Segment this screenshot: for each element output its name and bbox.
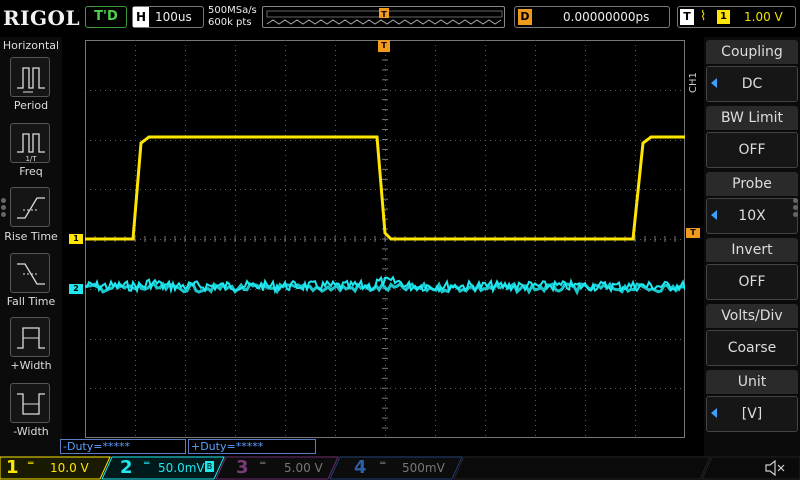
unit-softkey[interactable]: Unit [V] xyxy=(706,370,798,434)
waveform-display[interactable] xyxy=(85,40,685,438)
channel-menu: Coupling DC BW Limit OFF Probe 10X Inver… xyxy=(704,37,800,457)
ch1-status[interactable]: 1 ═ 10.0 V xyxy=(0,456,110,480)
negative-width-icon xyxy=(17,393,45,415)
ch1-scale: 10.0 V xyxy=(50,461,89,475)
freq-button[interactable]: 1/T xyxy=(10,123,50,163)
ch3-number: 3 xyxy=(236,457,249,478)
rise-time-button[interactable] xyxy=(10,187,50,227)
positive-width-label: +Width xyxy=(10,359,52,372)
ch4-coupling-dc-icon: ═ xyxy=(380,459,386,469)
probe-label: Probe xyxy=(706,172,798,196)
coupling-softkey[interactable]: Coupling DC xyxy=(706,40,798,104)
volts-div-value: Coarse xyxy=(706,330,798,366)
bw-limit-label: BW Limit xyxy=(706,106,798,130)
waveform-navigator[interactable]: T xyxy=(262,6,505,28)
invert-softkey[interactable]: Invert OFF xyxy=(706,238,798,302)
ch4-number: 4 xyxy=(354,457,367,478)
pos-duty-measurement[interactable]: +Duty=***** xyxy=(188,439,316,454)
horizontal-key: H xyxy=(133,7,149,27)
channel-menu-tag: CH1 xyxy=(688,72,699,94)
right-scroll-indicator xyxy=(793,196,799,219)
channel-status-bar: 1 ═ 10.0 V 2 ═ 50.0mV B 3 ═ 5.00 V 4 ═ 5… xyxy=(0,456,800,480)
navigator-overview-icon: T xyxy=(266,8,503,25)
probe-value: 10X xyxy=(706,198,798,234)
ch3-status[interactable]: 3 ═ 5.00 V xyxy=(226,456,338,480)
unit-value: [V] xyxy=(706,396,798,432)
rise-time-icon xyxy=(17,197,45,219)
freq-label: Freq xyxy=(19,165,43,178)
ch2-coupling-dc-icon: ═ xyxy=(144,459,150,469)
delay-box[interactable]: D 0.00000000ps xyxy=(514,6,670,28)
ch1-offset-marker[interactable]: 1 xyxy=(69,234,83,244)
horizontal-scale-box[interactable]: H 100us xyxy=(132,6,204,28)
trigger-key: T xyxy=(680,9,694,25)
bw-limit-softkey[interactable]: BW Limit OFF xyxy=(706,106,798,170)
coupling-label: Coupling xyxy=(706,40,798,64)
rise-time-label: Rise Time xyxy=(4,230,58,243)
ch2-scale: 50.0mV xyxy=(158,461,205,475)
fall-time-button[interactable] xyxy=(10,253,50,293)
measure-menu-title: Horizontal xyxy=(2,39,60,52)
negative-width-label: -Width xyxy=(13,425,49,438)
ch2-offset-marker[interactable]: 2 xyxy=(69,284,83,294)
delay-value: 0.00000000ps xyxy=(563,10,650,24)
ch1-trace xyxy=(85,135,685,241)
brand-logo: RIGOL xyxy=(3,6,81,30)
probe-select-arrow-icon xyxy=(711,210,717,220)
trigger-box[interactable]: T ⌇ 1 1.00 V xyxy=(677,6,796,28)
rising-edge-icon: ⌇ xyxy=(700,9,707,24)
volts-div-label: Volts/Div xyxy=(706,304,798,328)
trigger-level-value: 1.00 V xyxy=(744,10,783,24)
svg-text:1/T: 1/T xyxy=(25,155,37,163)
left-scroll-indicator xyxy=(1,196,7,219)
invert-label: Invert xyxy=(706,238,798,262)
trigger-position-marker[interactable]: T xyxy=(378,40,390,52)
unit-select-arrow-icon xyxy=(711,408,717,418)
svg-text:T: T xyxy=(381,10,387,19)
period-button[interactable] xyxy=(10,57,50,97)
unit-label: Unit xyxy=(706,370,798,394)
freq-icon: 1/T xyxy=(17,133,45,163)
ch1-coupling-dc-icon: ═ xyxy=(28,459,34,469)
run-status-badge[interactable]: T'D xyxy=(85,6,127,28)
neg-duty-measurement[interactable]: -Duty=***** xyxy=(60,439,186,454)
waveform-grid xyxy=(85,40,685,438)
period-label: Period xyxy=(13,99,49,112)
coupling-value: DC xyxy=(706,66,798,102)
acquisition-info: 500MSa/s 600k pts xyxy=(208,5,257,29)
ch4-status[interactable]: 4 ═ 500mV xyxy=(340,456,462,480)
fall-time-icon xyxy=(17,263,45,285)
ch3-scale: 5.00 V xyxy=(284,461,323,475)
coupling-select-arrow-icon xyxy=(711,78,717,88)
positive-width-icon xyxy=(17,327,45,349)
ch1-number: 1 xyxy=(6,457,19,478)
memory-depth: 600k pts xyxy=(208,17,252,28)
volts-div-softkey[interactable]: Volts/Div Coarse xyxy=(706,304,798,368)
fall-time-label: Fall Time xyxy=(6,295,56,308)
period-icon xyxy=(17,67,45,93)
ch2-number: 2 xyxy=(120,457,133,478)
trigger-source-badge: 1 xyxy=(717,10,730,24)
ch4-scale: 500mV xyxy=(402,461,445,475)
probe-softkey[interactable]: Probe 10X xyxy=(706,172,798,236)
invert-value: OFF xyxy=(706,264,798,300)
bw-limit-value: OFF xyxy=(706,132,798,168)
sample-rate: 500MSa/s xyxy=(208,5,257,16)
trigger-level-marker[interactable]: T xyxy=(686,228,700,238)
delay-key: D xyxy=(518,9,532,25)
ch2-status[interactable]: 2 ═ 50.0mV B xyxy=(112,456,224,480)
negative-width-button[interactable] xyxy=(10,383,50,423)
ch3-coupling-dc-icon: ═ xyxy=(260,459,266,469)
horizontal-scale-value: 100us xyxy=(155,10,192,24)
ch2-bandwidth-icon: B xyxy=(205,461,214,472)
measure-menu: Horizontal Period 1/T Freq Rise Time Fal… xyxy=(0,37,62,457)
top-bar: RIGOL T'D H 100us 500MSa/s 600k pts T D … xyxy=(0,0,800,37)
speaker-muted-icon[interactable] xyxy=(764,458,786,478)
positive-width-button[interactable] xyxy=(10,317,50,357)
